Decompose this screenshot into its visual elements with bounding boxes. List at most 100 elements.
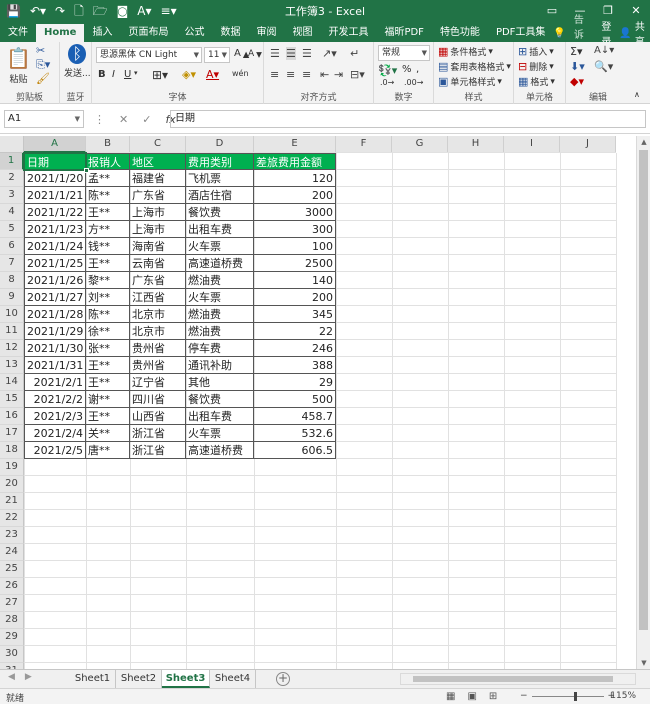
column-header[interactable]: D [186, 136, 254, 153]
zoom-knob[interactable] [573, 691, 577, 701]
table-cell[interactable]: 120 [254, 170, 336, 187]
merge-center-icon[interactable]: ⊟▾ [350, 68, 365, 81]
table-cell[interactable]: 钱** [86, 238, 130, 255]
row-header[interactable]: 27 [0, 595, 24, 612]
ribbon-tab[interactable]: 福昕PDF [376, 24, 431, 42]
table-cell[interactable]: 高速道桥费 [186, 255, 254, 272]
sheet-tab[interactable]: Sheet1 [70, 670, 116, 688]
redo-icon[interactable]: ↷ [55, 0, 65, 22]
increase-decimal-icon[interactable]: .0→ [380, 78, 394, 87]
conditional-format-button[interactable]: ▦ 条件格式 ▾ [438, 45, 493, 58]
paste-button[interactable]: 📋 粘贴 [6, 46, 31, 85]
table-cell[interactable]: 广东省 [130, 187, 186, 204]
table-cell[interactable]: 浙江省 [130, 425, 186, 442]
table-cell[interactable]: 2021/1/23 [24, 221, 86, 238]
column-header[interactable]: I [504, 136, 560, 153]
table-cell[interactable]: 北京市 [130, 306, 186, 323]
table-cell[interactable]: 王** [86, 357, 130, 374]
table-cell[interactable]: 刘** [86, 289, 130, 306]
table-cell[interactable]: 王** [86, 374, 130, 391]
table-cell[interactable]: 2021/1/25 [24, 255, 86, 272]
font-color-icon[interactable]: A▾ [137, 0, 151, 22]
font-size-select[interactable]: 11 ▼ [204, 47, 230, 63]
align-bottom-icon[interactable]: ☰ [302, 47, 312, 60]
fill-color-icon[interactable]: ◈▾ [182, 68, 196, 81]
insert-cells-button[interactable]: ⊞ 插入 ▾ [518, 45, 554, 58]
column-header[interactable]: J [560, 136, 616, 153]
table-header-cell[interactable]: 费用类别 [186, 153, 254, 170]
row-header[interactable]: 1 [0, 153, 24, 170]
table-cell[interactable]: 140 [254, 272, 336, 289]
table-cell[interactable]: 福建省 [130, 170, 186, 187]
table-cell[interactable]: 王** [86, 408, 130, 425]
table-cell[interactable]: 酒店住宿 [186, 187, 254, 204]
table-cell[interactable]: 2021/1/28 [24, 306, 86, 323]
column-header[interactable]: A [24, 136, 86, 153]
column-header[interactable]: E [254, 136, 336, 153]
table-cell[interactable]: 2021/1/31 [24, 357, 86, 374]
table-cell[interactable]: 2021/2/3 [24, 408, 86, 425]
format-painter-icon[interactable]: 🖌 [36, 72, 50, 85]
scroll-down-icon[interactable]: ▼ [637, 659, 650, 667]
column-header[interactable]: H [448, 136, 504, 153]
zoom-slider[interactable]: − + [520, 691, 615, 701]
table-cell[interactable]: 贵州省 [130, 357, 186, 374]
table-cell[interactable]: 388 [254, 357, 336, 374]
number-format-select[interactable]: 常规 ▼ [378, 45, 430, 61]
table-cell[interactable]: 海南省 [130, 238, 186, 255]
table-cell[interactable]: 谢** [86, 391, 130, 408]
comma-button[interactable]: , [416, 64, 419, 75]
table-cell[interactable]: 唐** [86, 442, 130, 459]
table-cell[interactable]: 2021/1/29 [24, 323, 86, 340]
row-header[interactable]: 25 [0, 561, 24, 578]
row-header[interactable]: 5 [0, 221, 24, 238]
row-header[interactable]: 24 [0, 544, 24, 561]
table-cell[interactable]: 陈** [86, 187, 130, 204]
currency-icon[interactable]: 💱▾ [378, 64, 397, 77]
row-header[interactable]: 10 [0, 306, 24, 323]
format-as-table-button[interactable]: ▤ 套用表格格式 ▾ [438, 60, 511, 73]
table-cell[interactable]: 方** [86, 221, 130, 238]
normal-view-icon[interactable]: ▦ [446, 691, 455, 702]
customize-icon[interactable]: ≡▾ [161, 0, 177, 22]
table-cell[interactable]: 火车票 [186, 289, 254, 306]
row-header[interactable]: 4 [0, 204, 24, 221]
row-header[interactable]: 11 [0, 323, 24, 340]
decrease-decimal-icon[interactable]: .00→ [404, 78, 423, 87]
ribbon-tab[interactable]: 公式 [176, 24, 212, 42]
cancel-icon[interactable]: ✕ [119, 113, 128, 126]
row-header[interactable]: 12 [0, 340, 24, 357]
collapse-ribbon-icon[interactable]: ∧ [634, 90, 640, 99]
table-cell[interactable]: 北京市 [130, 323, 186, 340]
row-header[interactable]: 14 [0, 374, 24, 391]
worksheet-grid[interactable]: A B C D E F G H I J 1 2 3 4 5 6 7 8 9 10 11 12 13 14 15 16 17 18 19 2… [0, 136, 636, 669]
row-header[interactable]: 19 [0, 459, 24, 476]
table-cell[interactable]: 2021/1/24 [24, 238, 86, 255]
table-cell[interactable]: 22 [254, 323, 336, 340]
row-header[interactable]: 15 [0, 391, 24, 408]
italic-button[interactable]: I [112, 69, 115, 80]
table-cell[interactable]: 2021/2/4 [24, 425, 86, 442]
find-icon[interactable]: 🔍▾ [594, 60, 613, 73]
camera-icon[interactable]: ◙ [117, 0, 129, 22]
table-cell[interactable]: 火车票 [186, 425, 254, 442]
ribbon-display-icon[interactable]: ▭ [538, 0, 566, 22]
table-cell[interactable]: 2021/1/26 [24, 272, 86, 289]
zoom-track[interactable] [531, 691, 604, 701]
table-header-cell[interactable]: 地区 [130, 153, 186, 170]
row-header[interactable]: 26 [0, 578, 24, 595]
sheet-tab[interactable]: Sheet4 [210, 670, 256, 688]
table-header-cell[interactable]: 报销人 [86, 153, 130, 170]
percent-button[interactable]: % [402, 64, 412, 75]
table-cell[interactable]: 通讯补助 [186, 357, 254, 374]
name-box[interactable]: A1 ▼ [4, 110, 84, 128]
row-header[interactable]: 7 [0, 255, 24, 272]
page-layout-icon[interactable]: ▣ [467, 691, 476, 702]
ribbon-tab[interactable]: 文件 [0, 24, 36, 42]
orientation-icon[interactable]: ↗▾ [322, 47, 337, 60]
table-cell[interactable]: 浙江省 [130, 442, 186, 459]
table-cell[interactable]: 停车费 [186, 340, 254, 357]
table-cell[interactable]: 上海市 [130, 221, 186, 238]
table-cell[interactable]: 2500 [254, 255, 336, 272]
open-icon[interactable]: 🗁 [93, 0, 108, 22]
